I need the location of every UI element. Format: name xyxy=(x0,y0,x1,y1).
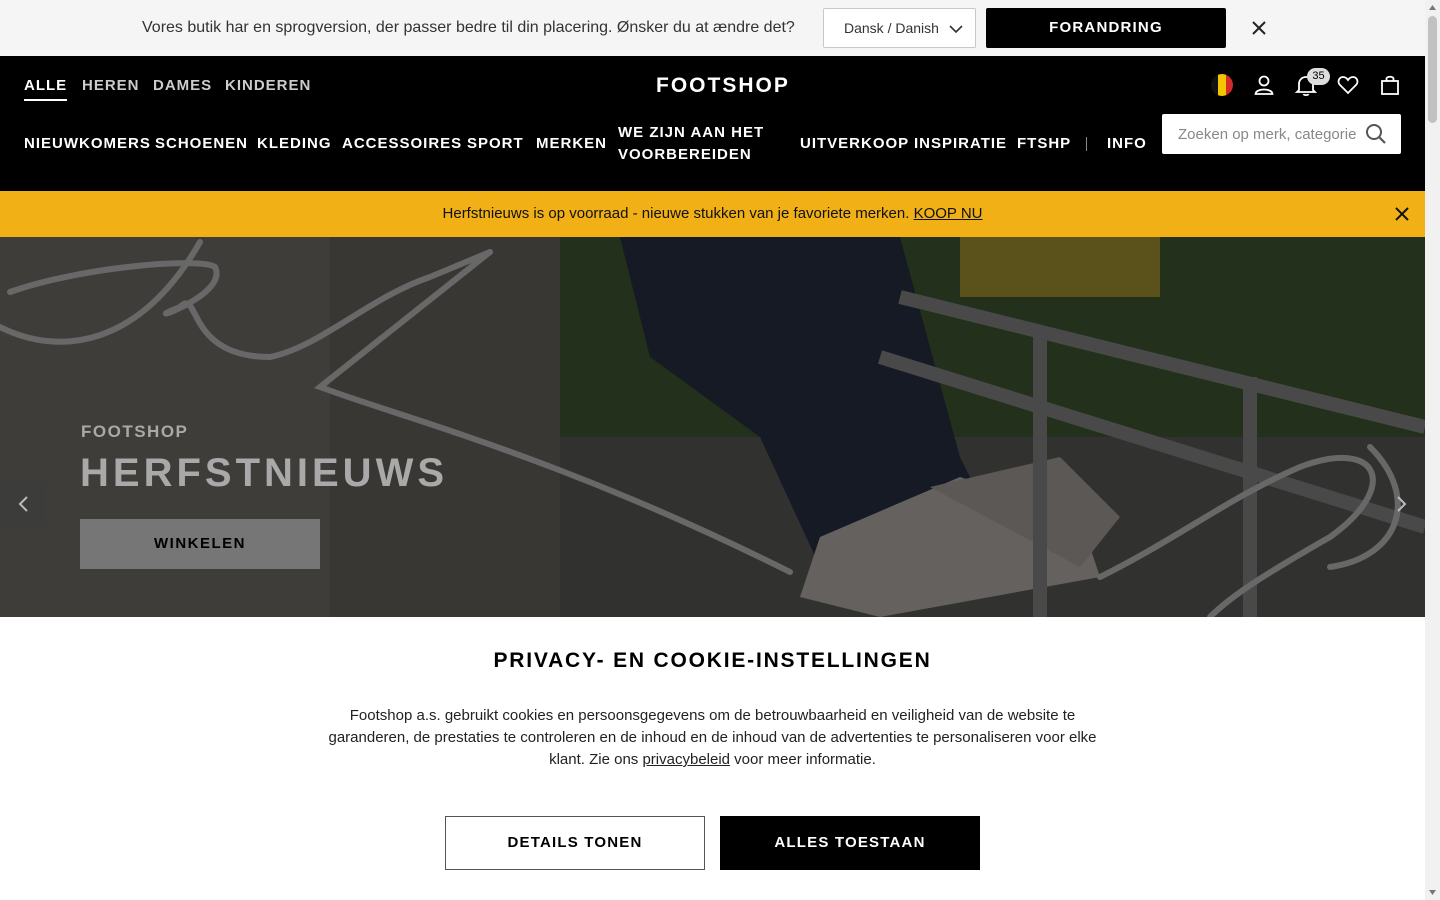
nav-divider xyxy=(1086,137,1087,151)
hero-eyebrow: FOOTSHOP xyxy=(81,422,189,441)
show-details-button[interactable]: DETAILS TONEN xyxy=(445,816,705,870)
language-select-value: Dansk / Danish xyxy=(844,20,939,36)
user-icon[interactable] xyxy=(1252,73,1276,97)
footshop-logo[interactable]: FOOTSHOP xyxy=(656,74,790,98)
hero-banner: FOOTSHOP HERFSTNIEUWS WINKELEN xyxy=(0,237,1425,617)
promo-banner: Herfstnieuws is op voorraad - nieuwe stu… xyxy=(0,191,1425,237)
nav-ftshp[interactable]: FTSHP xyxy=(1017,133,1071,155)
nav-nieuwkomers[interactable]: NIEUWKOMERS xyxy=(24,133,151,155)
scrollbar-thumb[interactable] xyxy=(1428,16,1437,123)
heart-icon[interactable] xyxy=(1336,73,1360,97)
language-select[interactable]: Dansk / Danish xyxy=(823,8,976,48)
tab-dames[interactable]: DAMES xyxy=(153,77,212,94)
privacy-policy-link[interactable]: privacybeleid xyxy=(642,751,730,768)
page-scrollbar[interactable] xyxy=(1425,0,1440,900)
nav-sport[interactable]: SPORT xyxy=(467,133,524,155)
nav-uitverkoop[interactable]: UITVERKOOP xyxy=(800,133,909,155)
promo-message: Herfstnieuws is op voorraad - nieuwe stu… xyxy=(0,205,1425,222)
nav-merken[interactable]: MERKEN xyxy=(536,133,607,155)
nav-accessoires[interactable]: ACCESSOIRES xyxy=(342,133,462,155)
hero-title: HERFSTNIEUWS xyxy=(80,451,448,495)
nav-voorbereiden-line2: VOORBEREIDEN xyxy=(618,146,752,163)
carousel-next-button[interactable] xyxy=(1379,481,1425,527)
tab-kinderen[interactable]: KINDEREN xyxy=(225,77,311,94)
arrow-left-icon xyxy=(18,496,28,512)
shop-now-button[interactable]: WINKELEN xyxy=(80,519,320,569)
close-icon[interactable] xyxy=(1394,206,1410,222)
nav-schoenen[interactable]: SCHOENEN xyxy=(155,133,248,155)
tab-heren[interactable]: HEREN xyxy=(82,77,140,94)
language-message: Vores butik har en sprogversion, der pas… xyxy=(142,19,795,36)
scroll-down-arrow-icon[interactable] xyxy=(1428,888,1437,897)
nav-kleding[interactable]: KLEDING xyxy=(257,133,332,155)
search-input[interactable] xyxy=(1162,114,1362,154)
search-icon[interactable] xyxy=(1365,123,1387,145)
allow-all-button[interactable]: ALLES TOESTAAN xyxy=(720,816,980,870)
search-box xyxy=(1162,114,1401,154)
chevron-down-icon xyxy=(949,25,963,34)
language-suggestion-bar: Vores butik har en sprogversion, der pas… xyxy=(0,0,1425,56)
bag-icon[interactable] xyxy=(1378,73,1402,97)
notification-count-badge: 35 xyxy=(1307,68,1330,85)
flag-belgium-icon[interactable] xyxy=(1210,73,1234,97)
promo-text: Herfstnieuws is op voorraad - nieuwe stu… xyxy=(442,205,914,222)
close-icon[interactable] xyxy=(1249,18,1269,38)
arrow-right-icon xyxy=(1397,496,1407,512)
nav-we-zijn-aan-het-voorbereiden[interactable]: WE ZIJN AAN HET VOORBEREIDEN xyxy=(618,122,764,166)
scroll-up-arrow-icon[interactable] xyxy=(1428,3,1437,12)
cookie-consent-panel: PRIVACY- EN COOKIE-INSTELLINGEN Footshop… xyxy=(0,617,1425,900)
tab-alle[interactable]: ALLE xyxy=(24,77,68,101)
promo-link[interactable]: KOOP NU xyxy=(914,205,983,222)
nav-voorbereiden-line1: WE ZIJN AAN HET xyxy=(618,124,765,141)
cookie-text-after: voor meer informatie. xyxy=(730,751,876,768)
cookie-title: PRIVACY- EN COOKIE-INSTELLINGEN xyxy=(493,649,932,672)
nav-inspiratie[interactable]: INSPIRATIE xyxy=(914,133,1007,155)
carousel-prev-button[interactable] xyxy=(0,481,46,527)
site-header: ALLE HEREN DAMES KINDEREN FOOTSHOP 35 NI… xyxy=(0,56,1425,191)
cookie-description: Footshop a.s. gebruikt cookies en persoo… xyxy=(322,705,1103,771)
change-language-button[interactable]: FORANDRING xyxy=(986,8,1226,48)
nav-info[interactable]: INFO xyxy=(1107,133,1147,155)
